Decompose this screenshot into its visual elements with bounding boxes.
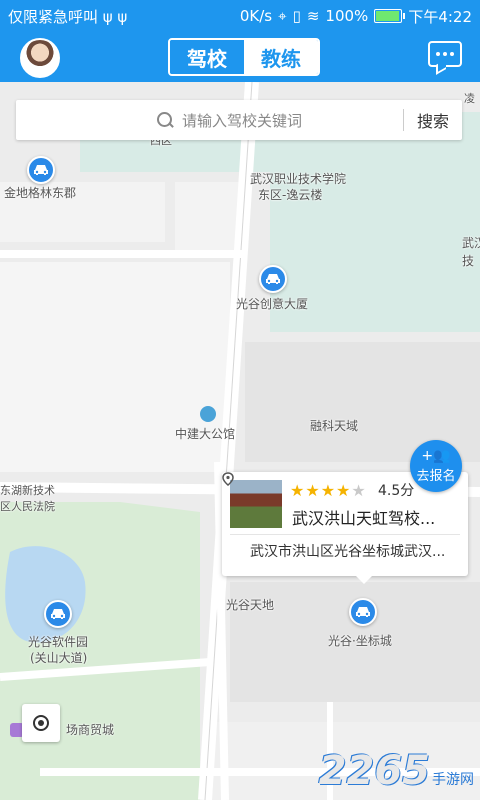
signup-button[interactable]: +👥 去报名 — [410, 440, 462, 492]
tab-coach[interactable]: 教练 — [244, 40, 318, 74]
map-label: 凌 — [464, 92, 475, 105]
wifi-icon: ≋ — [306, 7, 320, 25]
location-pin-icon — [222, 472, 234, 486]
map-label: 光谷天地 — [226, 598, 275, 612]
card-divider — [230, 534, 460, 535]
building-poi-icon — [200, 406, 216, 422]
map-label: 东区-逸云楼 — [258, 188, 323, 202]
search-bar[interactable]: 请输入驾校关键词 搜索 — [16, 100, 462, 140]
map-label: 东湖新技术 — [0, 484, 55, 497]
watermark-text: 手游网 — [432, 772, 474, 788]
car-icon — [266, 274, 280, 284]
school-address: 武汉市洪山区光谷坐标城武汉... — [250, 544, 446, 560]
locate-button[interactable] — [22, 704, 60, 742]
battery-icon — [374, 9, 406, 23]
watermark-number: 2265 — [318, 748, 430, 794]
signup-label: 去报名 — [416, 468, 456, 484]
top-nav: 驾校 教练 — [0, 32, 480, 82]
crosshair-icon — [33, 715, 49, 731]
search-input[interactable]: 请输入驾校关键词 — [182, 110, 302, 131]
vibrate-icon: ▯ — [292, 7, 301, 25]
map-label: 场商贸城 — [66, 723, 115, 737]
status-time: 下午4:22 — [408, 7, 472, 26]
add-people-icon: +👥 — [421, 447, 451, 464]
status-left-text: 仅限紧急呼叫 ψ ψ — [8, 7, 128, 26]
map-label: 中建大公馆 — [175, 427, 236, 441]
map-label: (关山大道) — [30, 651, 88, 665]
battery-percent: 100% — [325, 7, 369, 25]
rating-value: 4.5分 — [378, 483, 415, 499]
rating-stars: ★ ★ ★ ★ ★ — [290, 482, 366, 500]
school-pin[interactable] — [44, 600, 72, 628]
car-icon — [34, 165, 48, 175]
tab-driving-school[interactable]: 驾校 — [170, 40, 244, 74]
school-thumbnail — [230, 480, 282, 528]
star-filled-icon: ★ — [336, 481, 351, 500]
map-view[interactable]: 西区 金地格林东郡 武汉职业技术学院 东区-逸云楼 武汉 技 光谷创意大厦 融科… — [0, 82, 480, 800]
segment-control: 驾校 教练 — [168, 38, 320, 76]
car-icon — [356, 607, 370, 617]
location-status-icon: ⌖ — [278, 7, 287, 25]
school-name: 武汉洪山天虹驾校... — [292, 509, 436, 528]
search-icon — [156, 111, 174, 129]
network-speed: 0K/s — [239, 7, 273, 25]
star-empty-icon: ★ — [351, 481, 366, 500]
map-label: 区人民法院 — [0, 500, 55, 513]
map-label: 金地格林东郡 — [4, 186, 77, 200]
watermark: 2265 手游网 — [319, 748, 474, 794]
star-filled-icon: ★ — [305, 481, 320, 500]
avatar[interactable] — [20, 38, 60, 78]
map-label: 武汉职业技术学院 — [250, 172, 347, 186]
school-pin[interactable] — [259, 265, 287, 293]
map-label: 光谷创意大厦 — [236, 297, 309, 311]
school-pin[interactable] — [27, 156, 55, 184]
search-button[interactable]: 搜索 — [404, 108, 462, 132]
map-label: 光谷·坐标城 — [328, 634, 392, 648]
star-filled-icon: ★ — [320, 481, 336, 500]
map-label: 武汉 — [462, 236, 480, 250]
map-label: 光谷软件园 — [28, 635, 89, 649]
map-label: 融科天域 — [310, 419, 359, 433]
map-label: 技 — [462, 254, 475, 268]
message-icon[interactable] — [428, 41, 462, 67]
car-icon — [51, 609, 65, 619]
star-filled-icon: ★ — [290, 481, 305, 500]
school-pin[interactable] — [349, 598, 377, 626]
status-bar: 仅限紧急呼叫 ψ ψ 0K/s ⌖ ▯ ≋ 100% 下午4:22 — [0, 0, 480, 32]
